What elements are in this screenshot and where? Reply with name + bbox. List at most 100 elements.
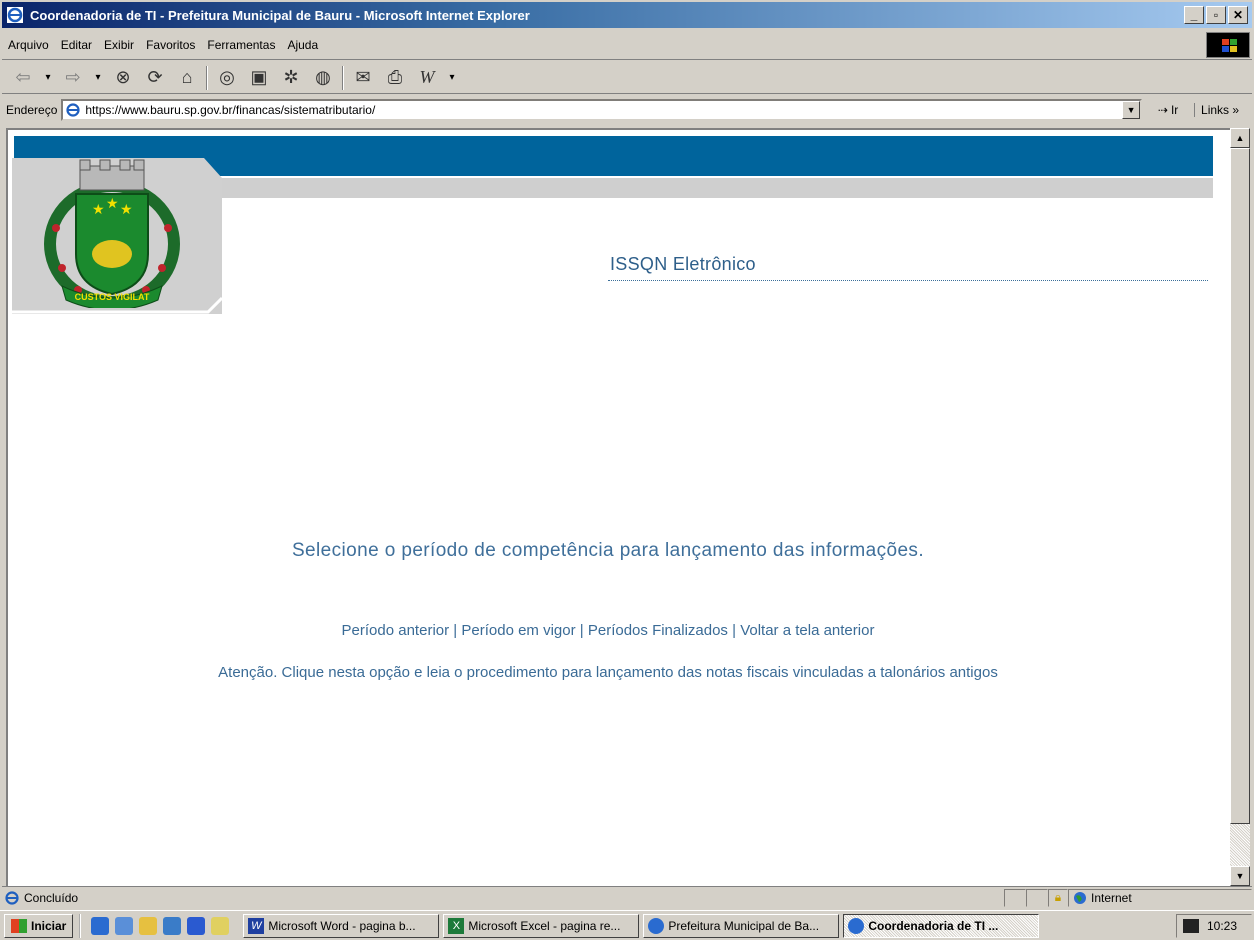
ie-icon [7,7,23,23]
edit-dropdown-icon[interactable]: ▾ [446,65,458,91]
excel-icon: X [448,917,465,934]
go-button[interactable]: ⇢ Ir [1142,103,1194,117]
windows-flag-icon [11,918,27,933]
address-url: https://www.bauru.sp.gov.br/financas/sis… [85,103,376,117]
svg-text:★: ★ [106,196,119,212]
home-icon[interactable]: ⌂ [174,65,200,91]
forward-dropdown-icon[interactable]: ▾ [92,65,104,91]
svg-text:★: ★ [92,202,105,218]
address-dropdown-icon[interactable]: ▼ [1122,101,1141,119]
standard-toolbar: ⇦ ▾ ⇨ ▾ ⊗ ⟳ ⌂ ◎ ▣ ✲ ◍ ✉ ⎙ W ▾ [2,62,1252,94]
go-label: Ir [1170,103,1179,117]
done-page-icon [5,890,19,905]
svg-text:★: ★ [120,202,133,218]
stop-icon[interactable]: ⊗ [110,65,136,91]
status-cell [1004,888,1026,907]
link-voltar-tela-anterior[interactable]: Voltar a tela anterior [740,622,874,639]
status-cell [1026,888,1048,907]
task-coordenadoria[interactable]: Coordenadoria de TI ... [843,913,1040,938]
task-word[interactable]: W Microsoft Word - pagina b... [243,913,440,938]
toolbar-separator [206,65,208,90]
status-bar: Concluído 🔒︎ Internet [2,886,1252,908]
outlook-quicklaunch-icon[interactable] [115,916,134,935]
editor-quicklaunch-icon[interactable] [139,916,158,935]
security-zone: Internet [1068,888,1252,907]
start-button[interactable]: Iniciar [4,913,74,938]
menu-editar[interactable]: Editar [55,38,98,52]
close-button[interactable]: ✕ [1228,6,1248,24]
task-label: Microsoft Word - pagina b... [268,918,416,933]
link-periodos-finalizados[interactable]: Períodos Finalizados [588,622,728,639]
word-icon: W [248,917,265,934]
windows-logo-icon [1206,32,1250,58]
window-title: Coordenadoria de TI - Prefeitura Municip… [30,7,530,23]
scroll-thumb[interactable] [1230,148,1250,824]
taskbar: Iniciar W Microsoft Word - pagina b... X… [0,910,1254,940]
maximize-button[interactable]: ▫ [1206,6,1226,24]
menu-ferramentas[interactable]: Ferramentas [201,38,281,52]
desktop-quicklaunch-icon[interactable] [163,916,182,935]
link-separator: | [579,622,584,639]
task-label: Coordenadoria de TI ... [868,918,999,933]
task-label: Prefeitura Municipal de Ba... [668,918,820,933]
globe-icon [1074,891,1086,904]
quick-launch [79,913,239,938]
address-bar: Endereço https://www.bauru.sp.gov.br/fin… [2,96,1252,124]
toolbar-separator [342,65,344,90]
address-input[interactable]: https://www.bauru.sp.gov.br/financas/sis… [61,99,1143,121]
menu-exibir[interactable]: Exibir [98,38,140,52]
history-icon[interactable]: ✲ [278,65,304,91]
ie-icon [848,917,865,934]
lock-icon: 🔒︎ [1048,888,1068,907]
menu-arquivo[interactable]: Arquivo [2,38,55,52]
link-separator: | [732,622,737,639]
menu-favoritos[interactable]: Favoritos [140,38,201,52]
warning-link[interactable]: Atenção. Clique nesta opção e leia o pro… [8,664,1208,681]
clock[interactable]: 10:23 [1207,919,1237,933]
header-gray-band [208,178,1213,198]
section-title: ISSQN Eletrônico [610,254,756,274]
link-separator: | [453,622,458,639]
address-label: Endereço [6,103,58,117]
app-quicklaunch-icon[interactable] [187,916,206,935]
title-bar[interactable]: Coordenadoria de TI - Prefeitura Municip… [2,2,1252,28]
forward-icon[interactable]: ⇨ [60,65,86,91]
scroll-up-icon[interactable]: ▲ [1230,128,1250,148]
print-icon[interactable]: ⎙ [382,65,408,91]
page-content: ★ ★ ★ CUSTOS VIGILAT ISSQN Eletrônico Se… [6,128,1230,886]
task-label: Microsoft Excel - pagina re... [468,918,621,933]
back-icon[interactable]: ⇦ [10,65,36,91]
window-controls: _ ▫ ✕ [1184,6,1248,24]
task-excel[interactable]: X Microsoft Excel - pagina re... [443,913,640,938]
period-nav: Período anterior | Período em vigor | Pe… [8,622,1208,639]
tray-app-icon[interactable] [1183,919,1199,933]
search-icon[interactable]: ◎ [214,65,240,91]
logo-motto: CUSTOS VIGILAT [75,292,150,302]
word-icon[interactable]: W [414,65,440,91]
search-quicklaunch-icon[interactable] [211,916,230,935]
system-tray: 10:23 [1176,914,1252,938]
instruction-text: Selecione o período de competência para … [291,540,924,561]
ie-icon [648,917,665,934]
ie-quicklaunch-icon[interactable] [91,916,110,935]
favorites-icon[interactable]: ▣ [246,65,272,91]
mail-icon[interactable]: ✉ [350,65,376,91]
menu-bar: Arquivo Editar Exibir Favoritos Ferramen… [2,30,1252,60]
minimize-button[interactable]: _ [1184,6,1204,24]
zone-label: Internet [1091,890,1132,905]
menu-ajuda[interactable]: Ajuda [281,38,324,52]
scroll-down-icon[interactable]: ▼ [1230,866,1250,886]
link-periodo-anterior[interactable]: Período anterior [342,622,450,639]
go-arrow-icon: ⇢ [1157,103,1168,117]
link-periodo-em-vigor[interactable]: Período em vigor [461,622,575,639]
back-dropdown-icon[interactable]: ▾ [42,65,54,91]
media-icon[interactable]: ◍ [310,65,336,91]
refresh-icon[interactable]: ⟳ [142,65,168,91]
browser-window: Coordenadoria de TI - Prefeitura Municip… [0,0,1254,940]
start-label: Iniciar [31,918,67,933]
coat-of-arms-logo: ★ ★ ★ CUSTOS VIGILAT [44,159,180,308]
task-prefeitura[interactable]: Prefeitura Municipal de Ba... [643,913,840,938]
vertical-scrollbar[interactable]: ▲ ▼ [1230,128,1250,886]
page-icon [66,103,80,117]
links-button[interactable]: Links » [1194,103,1252,117]
